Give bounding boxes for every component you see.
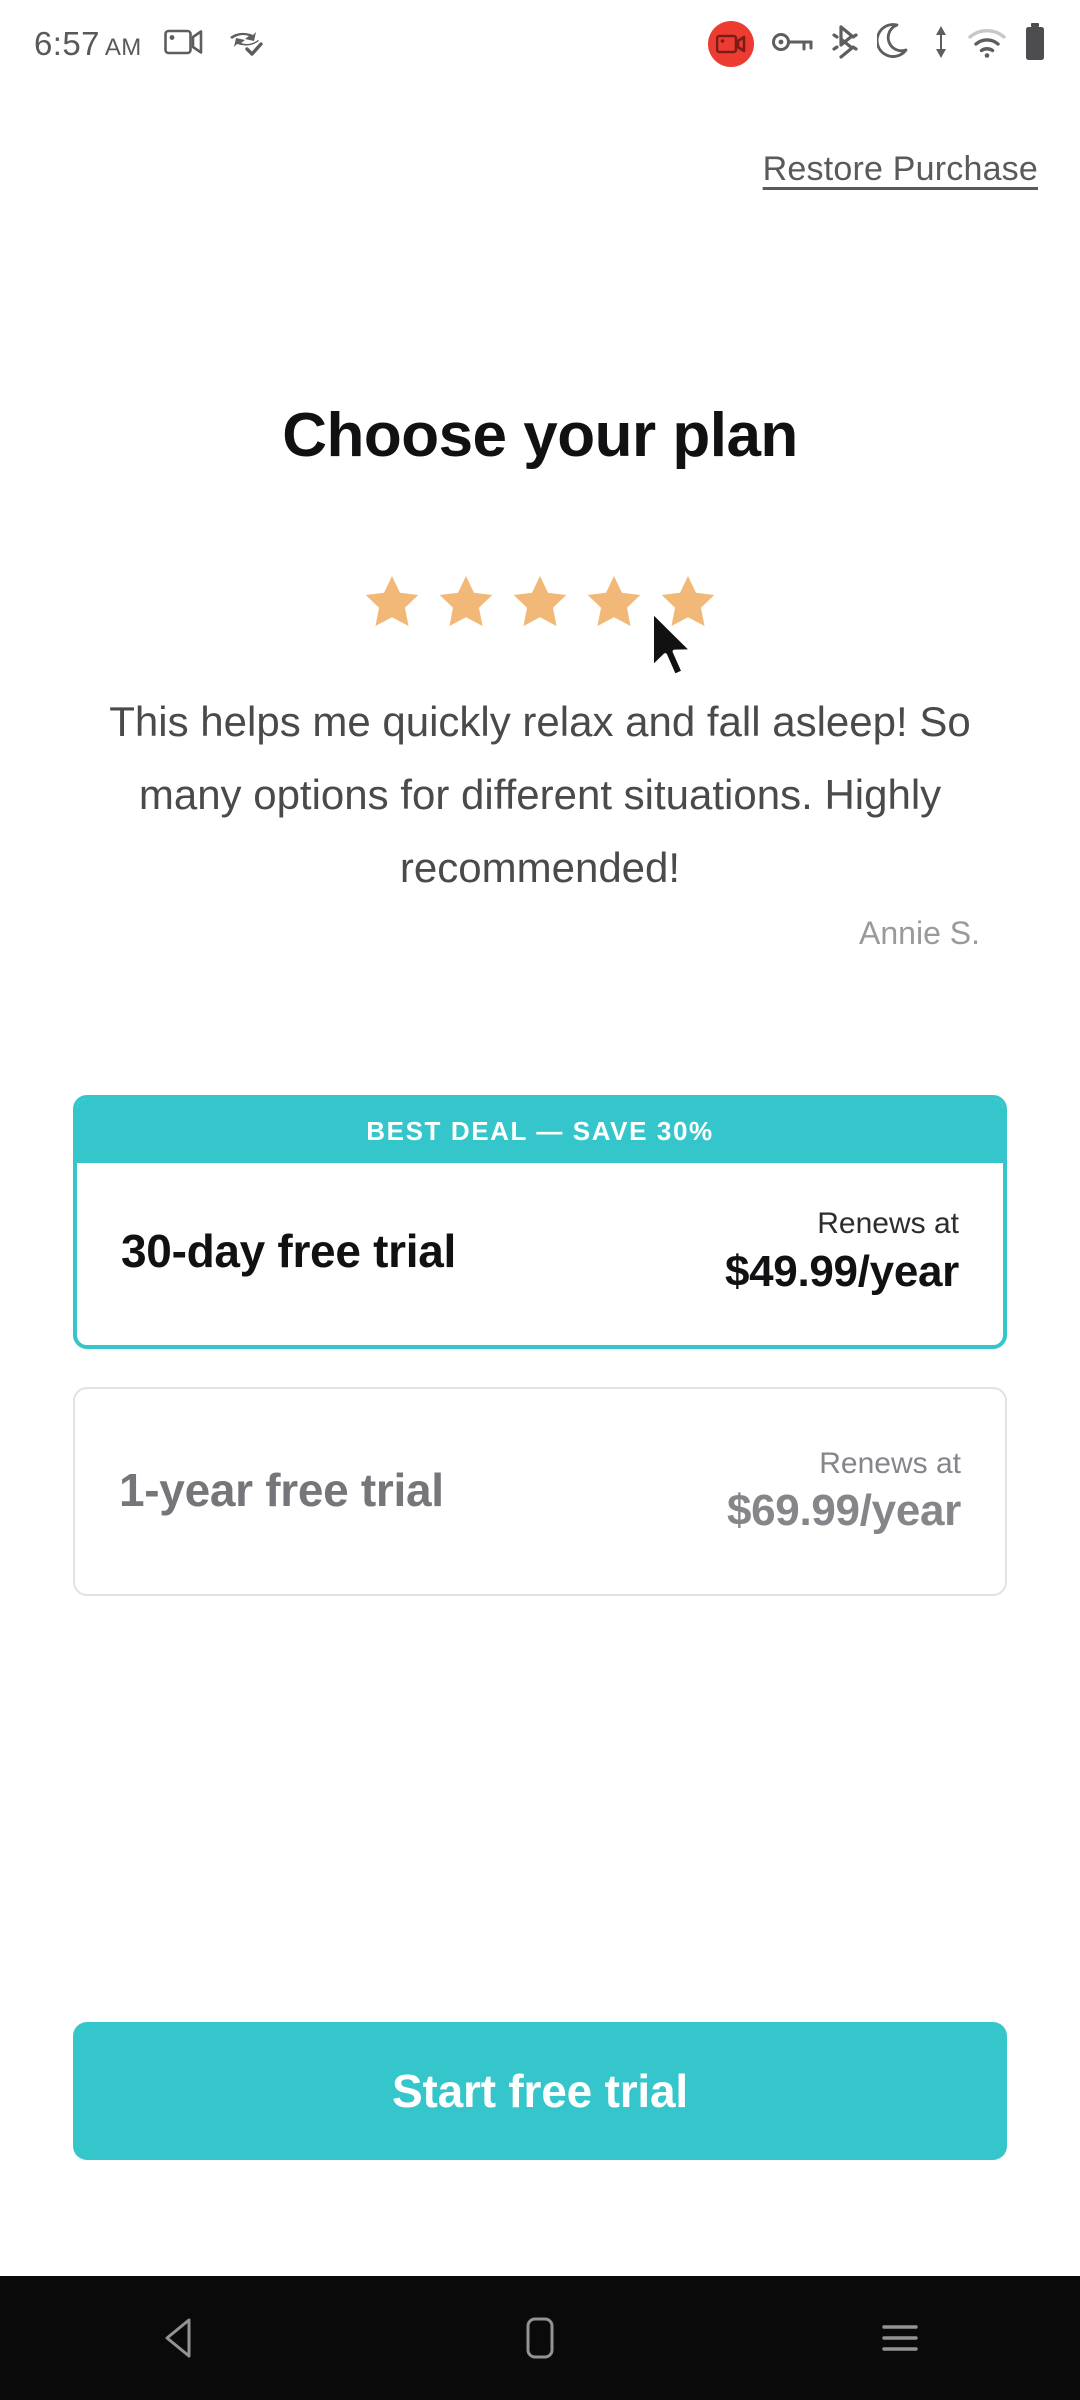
- review-author: Annie S.: [859, 915, 980, 951]
- bluetooth-icon: [830, 24, 860, 64]
- page-title: Choose your plan: [282, 401, 798, 470]
- do-not-disturb-moon-icon: [875, 22, 915, 67]
- screen-record-video-icon: [163, 27, 204, 62]
- status-bar: 6:57 AM: [0, 0, 1080, 88]
- plan-name: 30-day free trial: [121, 1224, 456, 1277]
- review-text: This helps me quickly relax and fall asl…: [109, 698, 971, 891]
- star-icon: [513, 576, 567, 626]
- start-free-trial-button[interactable]: Start free trial: [73, 2022, 1007, 2160]
- plan-card-selected[interactable]: BEST DEAL — SAVE 30% 30-day free trial R…: [73, 1095, 1007, 1349]
- android-nav-bar: [0, 2276, 1080, 2400]
- clock-time: 6:57: [34, 25, 100, 62]
- plan-price-block: Renews at $49.99/year: [725, 1205, 959, 1297]
- star-icon: [439, 576, 493, 626]
- recents-menu-icon: [882, 2325, 918, 2351]
- clock-ampm: AM: [104, 34, 142, 61]
- renews-label: Renews at: [817, 1207, 959, 1240]
- plan-body: 1-year free trial Renews at $69.99/year: [75, 1389, 1005, 1595]
- nav-home-button[interactable]: [450, 2276, 630, 2400]
- battery-icon: [1024, 22, 1046, 66]
- star-icon: [365, 576, 419, 626]
- screen-recording-active-icon: [708, 21, 754, 67]
- best-deal-badge: BEST DEAL — SAVE 30%: [77, 1099, 1003, 1163]
- renews-label: Renews at: [819, 1446, 961, 1480]
- back-triangle-icon: [165, 2318, 191, 2358]
- nav-back-button[interactable]: [90, 2276, 270, 2400]
- plan-price: $49.99/year: [724, 1246, 959, 1296]
- status-bar-left: 6:57 AM: [34, 25, 264, 63]
- wifi-icon: [967, 26, 1007, 63]
- plan-price-block: Renews at $69.99/year: [727, 1445, 961, 1537]
- star-icon: [661, 576, 715, 626]
- home-square-icon: [526, 2317, 554, 2359]
- data-saver-check-icon: [226, 26, 264, 63]
- status-bar-right: [708, 21, 1046, 67]
- status-bar-clock: 6:57 AM: [34, 25, 142, 63]
- rating-stars: [0, 572, 1080, 632]
- plan-list: BEST DEAL — SAVE 30% 30-day free trial R…: [73, 1095, 1007, 1596]
- plan-price: $69.99/year: [726, 1486, 961, 1535]
- plan-card-unselected[interactable]: 1-year free trial Renews at $69.99/year: [73, 1386, 1007, 1596]
- mobile-data-arrows-icon: [932, 24, 950, 65]
- star-icon: [587, 576, 641, 626]
- vpn-key-icon: [771, 30, 813, 59]
- plan-body: 30-day free trial Renews at $49.99/year: [77, 1163, 1003, 1345]
- plan-name: 1-year free trial: [119, 1464, 444, 1517]
- nav-recents-button[interactable]: [810, 2276, 990, 2400]
- restore-purchase-link[interactable]: Restore Purchase: [763, 150, 1038, 189]
- restore-purchase-container: Restore Purchase: [763, 150, 1038, 189]
